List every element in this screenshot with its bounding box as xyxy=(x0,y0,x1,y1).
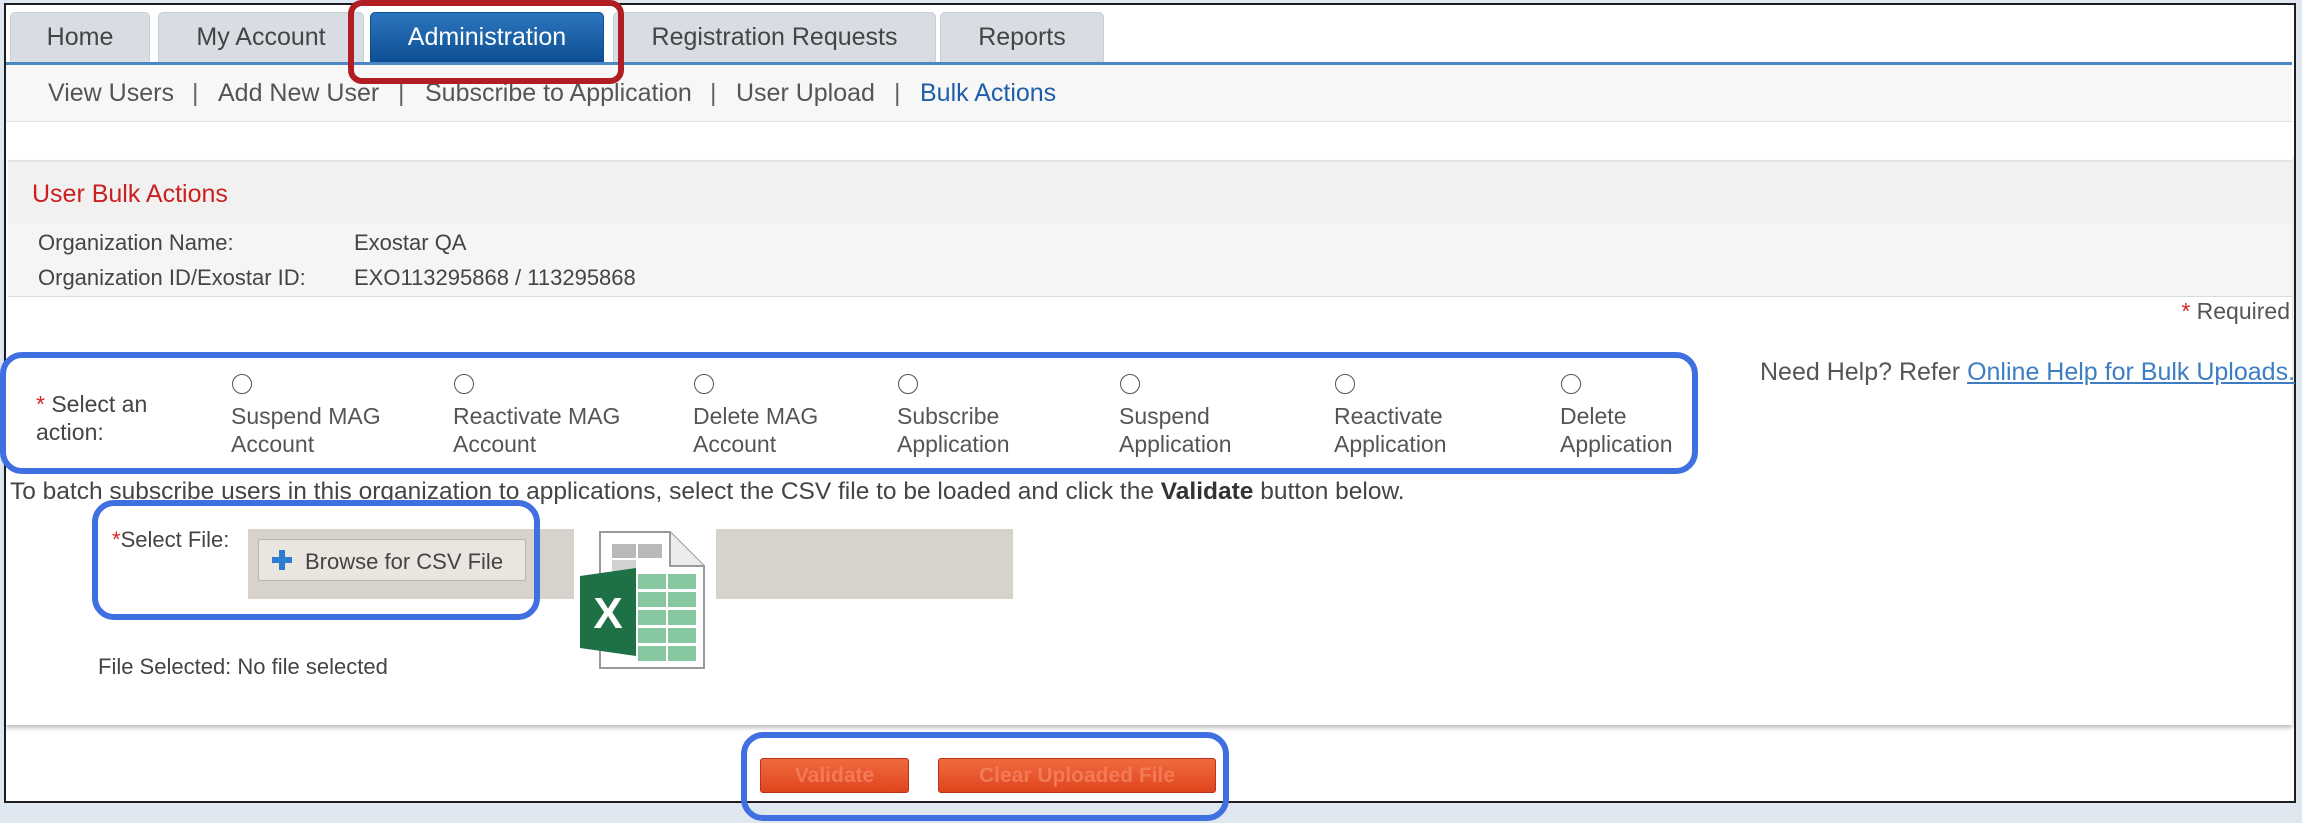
tab-label: Registration Requests xyxy=(651,23,898,51)
subnav-bulk-actions[interactable]: Bulk Actions xyxy=(920,79,1056,108)
online-help-link[interactable]: Online Help for Bulk Uploads. xyxy=(1967,358,2295,386)
file-selected-label: File Selected: xyxy=(98,654,232,679)
instruction-after: button below. xyxy=(1253,478,1405,505)
panel-header: User Bulk Actions xyxy=(8,160,2292,226)
tab-label: My Account xyxy=(196,23,326,51)
tab-label: Home xyxy=(46,23,114,51)
file-selected-status: File Selected: No file selected xyxy=(98,654,388,680)
subnav-user-upload[interactable]: User Upload xyxy=(736,79,875,108)
required-note: * Required xyxy=(2181,298,2290,325)
tab-registration-requests[interactable]: Registration Requests xyxy=(613,12,936,62)
subnav-separator: | xyxy=(192,79,199,107)
excel-file-icon: X xyxy=(580,531,705,669)
file-selected-value: No file selected xyxy=(237,654,388,679)
tab-label: Reports xyxy=(978,23,1066,51)
help-text: Need Help? Refer Online Help for Bulk Up… xyxy=(1760,358,2295,387)
subnav-add-new-user[interactable]: Add New User xyxy=(218,79,379,108)
highlight-action-selection xyxy=(0,352,1698,474)
subnav-separator: | xyxy=(710,79,717,107)
subnav-view-users[interactable]: View Users xyxy=(48,79,174,108)
instruction-bold: Validate xyxy=(1160,478,1254,505)
highlight-action-buttons xyxy=(741,732,1229,821)
org-name-label: Organization Name: xyxy=(38,230,234,255)
required-text: Required xyxy=(2196,298,2290,324)
help-prefix: Need Help? Refer xyxy=(1760,358,1961,386)
organization-info: Organization Name: Exostar QA Organizati… xyxy=(8,224,2292,297)
tab-my-account[interactable]: My Account xyxy=(158,12,364,62)
highlight-administration-tab xyxy=(348,0,624,84)
required-asterisk: * xyxy=(2181,298,2191,324)
subnav-separator: | xyxy=(894,79,901,107)
org-id-label: Organization ID/Exostar ID: xyxy=(38,265,306,290)
tab-reports[interactable]: Reports xyxy=(940,12,1104,62)
highlight-browse-file xyxy=(92,500,540,620)
org-name-value: Exostar QA xyxy=(354,230,467,255)
panel-title: User Bulk Actions xyxy=(32,180,228,208)
upload-progress-area xyxy=(716,529,1013,599)
tab-home[interactable]: Home xyxy=(10,12,150,62)
excel-letter: X xyxy=(593,589,622,638)
org-id-value: EXO113295868 / 113295868 xyxy=(354,265,636,290)
